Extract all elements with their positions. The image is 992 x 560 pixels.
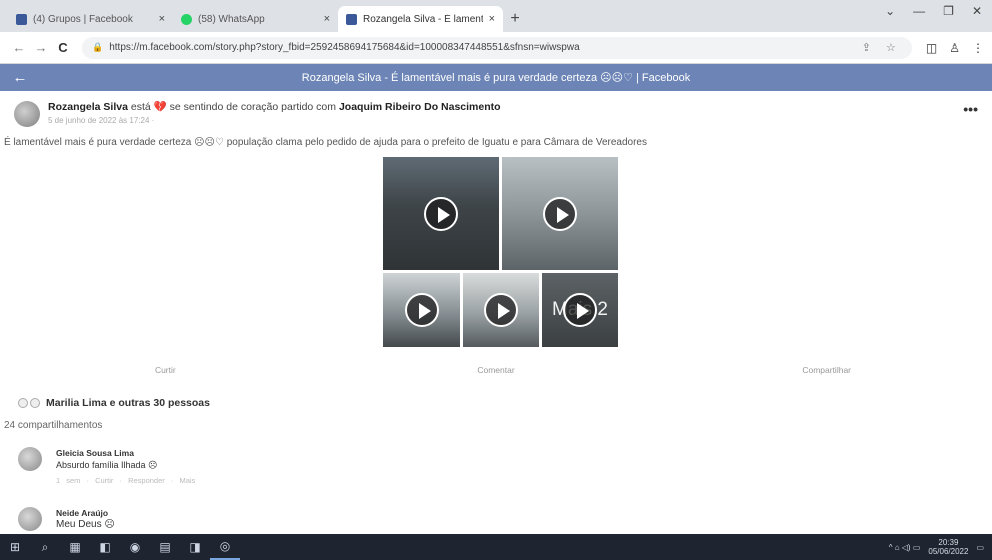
clock[interactable]: 20:39 05/06/2022 bbox=[928, 538, 968, 556]
post-header: Rozangela Silva está 💔 se sentindo de co… bbox=[0, 97, 992, 131]
reactions-summary[interactable]: Marilia Lima e outras 30 pessoas bbox=[18, 397, 210, 409]
tab-search-icon[interactable]: ⌄ bbox=[885, 4, 895, 18]
play-icon[interactable] bbox=[404, 293, 439, 327]
reload-button[interactable]: C bbox=[52, 40, 74, 55]
broken-heart-icon: 💔 bbox=[153, 101, 167, 113]
video-thumbnail[interactable] bbox=[502, 157, 618, 270]
windows-start-icon[interactable]: ⊞ bbox=[0, 534, 30, 560]
star-icon[interactable]: ⇪ ☆ bbox=[862, 41, 902, 54]
tab-close-icon[interactable]: × bbox=[159, 13, 165, 25]
facebook-header: ← Rozangela Silva - É lamentável mais é … bbox=[0, 64, 992, 91]
media-grid: Mais 2 bbox=[383, 157, 618, 347]
like-button[interactable]: Curtir bbox=[0, 365, 331, 375]
clock-time: 20:39 bbox=[938, 538, 959, 547]
tab-title: Rozangela Silva - É lamentável - bbox=[363, 13, 483, 25]
browser-menu-icon[interactable]: ⋮ bbox=[972, 41, 984, 55]
new-tab-button[interactable]: + bbox=[503, 6, 527, 32]
post-actions: Curtir Comentar Compartilhar bbox=[0, 365, 992, 375]
app-icon[interactable]: ◧ bbox=[90, 534, 120, 560]
commenter-avatar[interactable] bbox=[18, 447, 42, 471]
feeling-prefix: está bbox=[130, 101, 151, 113]
system-tray: ^ ⌂ ◁) ▭ 20:39 05/06/2022 ▭ bbox=[889, 538, 992, 556]
commenter-avatar[interactable] bbox=[18, 507, 42, 531]
post-text: É lamentável mais é pura verdade certeza… bbox=[4, 137, 647, 148]
url-field[interactable]: 🔒 https://m.facebook.com/story.php?story… bbox=[82, 36, 912, 59]
author-name[interactable]: Rozangela Silva bbox=[48, 101, 128, 113]
close-window-button[interactable]: ✕ bbox=[972, 4, 982, 18]
sad-reaction-icon bbox=[30, 398, 40, 408]
video-thumbnail[interactable] bbox=[383, 157, 499, 270]
reading-list-icon[interactable]: ◫ bbox=[926, 41, 937, 55]
browser-tab-strip: (4) Grupos | Facebook × (58) WhatsApp × … bbox=[0, 0, 992, 32]
lock-icon[interactable]: 🔒 bbox=[92, 42, 103, 53]
comment-actions[interactable]: 1 sem · Curtir · Responder · Mais bbox=[56, 475, 195, 487]
play-icon[interactable] bbox=[484, 293, 518, 327]
forward-button[interactable]: → bbox=[30, 40, 52, 55]
fb-back-button[interactable]: ← bbox=[0, 69, 40, 86]
facebook-favicon-icon bbox=[346, 13, 357, 25]
video-thumbnail[interactable] bbox=[463, 273, 539, 347]
like-reaction-icon bbox=[18, 398, 28, 408]
share-button[interactable]: Compartilhar bbox=[661, 365, 992, 375]
comment: Gleicia Sousa Lima Absurdo família Ilhad… bbox=[18, 447, 195, 487]
file-explorer-icon[interactable]: ▤ bbox=[150, 534, 180, 560]
reactions-text: Marilia Lima e outras 30 pessoas bbox=[46, 397, 210, 409]
commenter-name[interactable]: Gleicia Sousa Lima bbox=[56, 447, 195, 459]
browser-tab-facebook-groups[interactable]: (4) Grupos | Facebook × bbox=[8, 6, 173, 32]
tab-close-icon[interactable]: × bbox=[489, 13, 495, 25]
video-thumbnail-more[interactable]: Mais 2 bbox=[542, 273, 618, 347]
url-text[interactable]: https://m.facebook.com/story.php?story_f… bbox=[109, 42, 862, 53]
address-bar-row: ← → C 🔒 https://m.facebook.com/story.php… bbox=[0, 32, 992, 64]
tagged-person[interactable]: Joaquim Ribeiro Do Nascimento bbox=[339, 101, 501, 113]
play-icon[interactable] bbox=[543, 196, 577, 231]
whatsapp-favicon-icon bbox=[181, 13, 192, 25]
post-timestamp[interactable]: 5 de junho de 2022 às 17:24 · bbox=[48, 114, 963, 127]
tray-icons[interactable]: ^ ⌂ ◁) ▭ bbox=[889, 543, 921, 552]
comment-button[interactable]: Comentar bbox=[331, 365, 662, 375]
extension-icons: ◫ ♙ ⋮ bbox=[926, 41, 984, 55]
video-thumbnail[interactable] bbox=[383, 273, 460, 347]
post-more-button[interactable]: ••• bbox=[963, 101, 978, 117]
post: Rozangela Silva está 💔 se sentindo de co… bbox=[0, 97, 992, 531]
post-author-line: Rozangela Silva está 💔 se sentindo de co… bbox=[48, 101, 963, 127]
author-avatar[interactable] bbox=[14, 101, 40, 127]
tab-title: (4) Grupos | Facebook bbox=[33, 13, 133, 25]
feeling-text: se sentindo de coração partido com bbox=[169, 101, 337, 113]
page-title: Rozangela Silva - É lamentável mais é pu… bbox=[301, 72, 691, 84]
app-icon[interactable]: ◨ bbox=[180, 534, 210, 560]
shares-count[interactable]: 24 compartilhamentos bbox=[4, 420, 102, 431]
window-controls: ⌄ — ❐ ✕ bbox=[885, 4, 982, 18]
profile-icon[interactable]: ♙ bbox=[949, 41, 960, 55]
task-view-icon[interactable]: ▦ bbox=[60, 534, 90, 560]
search-icon[interactable]: ⌕ bbox=[30, 534, 60, 560]
clock-date: 05/06/2022 bbox=[928, 547, 969, 556]
taskbar: ⊞ ⌕ ▦ ◧ ◉ ▤ ◨ ◎ ^ ⌂ ◁) ▭ 20:39 05/06/202… bbox=[0, 534, 992, 560]
play-icon[interactable] bbox=[424, 196, 458, 231]
tab-close-icon[interactable]: × bbox=[324, 13, 330, 25]
restore-button[interactable]: ❐ bbox=[943, 4, 954, 18]
browser-tab-rozangela-post[interactable]: Rozangela Silva - É lamentável - × bbox=[338, 6, 503, 32]
minimize-button[interactable]: — bbox=[913, 4, 925, 18]
comment: Neide Araújo Meu Deus ☹ bbox=[18, 507, 115, 531]
back-button[interactable]: ← bbox=[8, 40, 30, 55]
comment-text: Meu Deus ☹ bbox=[56, 519, 115, 530]
browser-tab-whatsapp[interactable]: (58) WhatsApp × bbox=[173, 6, 338, 32]
commenter-name[interactable]: Neide Araújo bbox=[56, 507, 115, 519]
play-icon[interactable] bbox=[563, 293, 597, 327]
chrome-running-icon[interactable]: ◎ bbox=[210, 534, 240, 560]
facebook-favicon-icon bbox=[16, 13, 27, 25]
tab-title: (58) WhatsApp bbox=[198, 13, 265, 25]
comment-text: Absurdo família Ilhada ☹ bbox=[56, 460, 158, 470]
notification-icon[interactable]: ▭ bbox=[976, 543, 984, 552]
chrome-icon[interactable]: ◉ bbox=[120, 534, 150, 560]
